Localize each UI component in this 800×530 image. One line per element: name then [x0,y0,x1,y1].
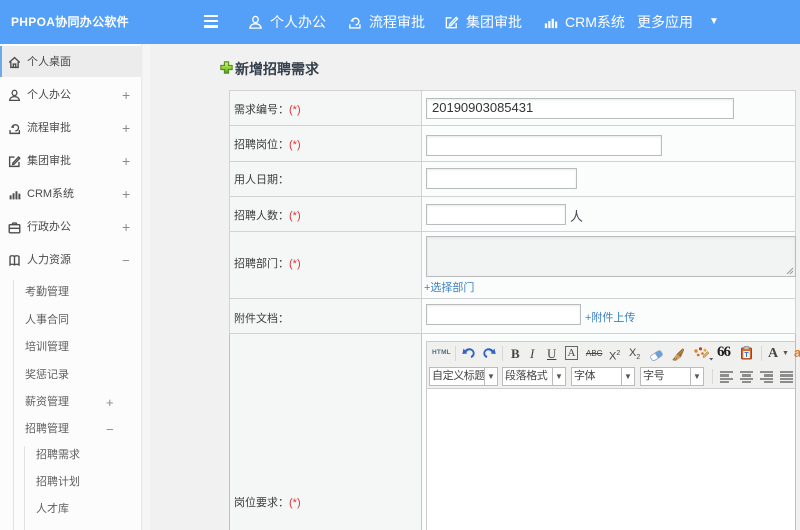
svg-text:T: T [744,352,749,359]
